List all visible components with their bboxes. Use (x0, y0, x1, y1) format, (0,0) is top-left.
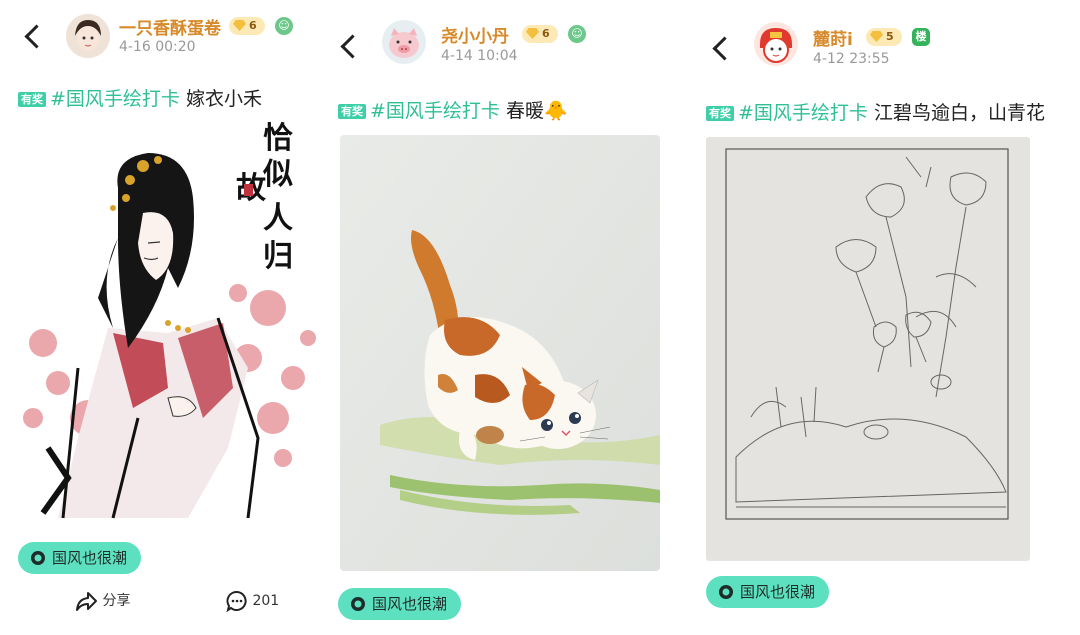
pig-avatar-icon (382, 20, 426, 64)
hashtag-link[interactable]: #国风手绘打卡 (738, 102, 868, 124)
username[interactable]: 一只香酥蛋卷 (119, 14, 221, 39)
chick-emoji: 🐥 (543, 100, 568, 122)
post-panel-3: 麓莳i 5 楼 4-12 23:55 有奖 #国风手绘打卡 江碧鸟逾白，山青花 (690, 0, 1080, 635)
hashtag-link[interactable]: #国风手绘打卡 (370, 100, 500, 122)
post-title: 有奖 #国风手绘打卡 江碧鸟逾白，山青花 (706, 98, 1045, 125)
gem-icon (870, 31, 883, 42)
post-panel-2: 尧小小丹 6 ☺ 4-14 10:04 有奖 #国风手绘打卡 春暖🐥 国风也很潮 (330, 0, 690, 635)
level-badge: 6 (522, 25, 558, 43)
level-value: 5 (886, 30, 894, 43)
prize-tag: 有奖 (18, 92, 46, 107)
calligraphy-4: 人 (263, 201, 293, 236)
emoji-badge-icon: ☺ (568, 25, 586, 43)
topic-pill[interactable]: 国风也很潮 (706, 576, 830, 608)
username[interactable]: 尧小小丹 (441, 22, 509, 47)
caption: 春暖 (505, 100, 544, 122)
gem-icon (233, 20, 246, 31)
topic-icon (719, 585, 733, 599)
comment-button[interactable]: 201 (226, 590, 280, 613)
gem-icon (526, 28, 539, 39)
post-title: 有奖 #国风手绘打卡 春暖🐥 (338, 96, 568, 123)
topic-label: 国风也很潮 (52, 549, 128, 567)
share-label: 分享 (102, 593, 131, 609)
emoji-badge-icon: ☺ (275, 17, 293, 35)
level-value: 6 (249, 19, 257, 32)
user-avatar[interactable] (66, 14, 110, 58)
comment-icon (226, 591, 247, 613)
back-arrow-icon[interactable] (340, 34, 365, 59)
topic-pill[interactable]: 国风也很潮 (338, 588, 462, 620)
user-avatar[interactable] (382, 20, 426, 64)
artwork-image[interactable] (706, 137, 1030, 561)
hashtag-link[interactable]: #国风手绘打卡 (50, 88, 180, 110)
level-value: 6 (542, 27, 550, 40)
caption: 江碧鸟逾白，山青花 (873, 102, 1045, 124)
comment-count: 201 (252, 593, 280, 609)
username[interactable]: 麓莳i (813, 25, 853, 50)
caption: 嫁衣小禾 (185, 88, 262, 110)
calligraphy-1: 恰 (263, 121, 293, 156)
user-avatar[interactable] (754, 22, 798, 66)
artwork-image[interactable]: 恰 似 故 人 归 (18, 118, 330, 530)
share-icon (76, 592, 97, 611)
artwork-image[interactable] (340, 135, 660, 571)
post-timestamp: 4-14 10:04 (441, 48, 518, 64)
prize-tag: 有奖 (706, 106, 734, 121)
back-arrow-icon[interactable] (24, 24, 49, 49)
topic-label: 国风也很潮 (372, 595, 448, 613)
topic-icon (31, 551, 45, 565)
level-badge: 6 (229, 17, 265, 35)
post-timestamp: 4-12 23:55 (813, 51, 890, 67)
back-arrow-icon[interactable] (712, 36, 737, 61)
post-title: 有奖 #国风手绘打卡 嫁衣小禾 (18, 84, 262, 111)
calligraphy-5: 归 (263, 239, 293, 274)
seal-stamp (244, 184, 253, 196)
topic-icon (351, 597, 365, 611)
tiger-avatar-icon (754, 22, 798, 66)
level-badge: 5 (866, 28, 902, 46)
prize-tag: 有奖 (338, 104, 366, 119)
calligraphy-2: 似 (262, 157, 293, 192)
topic-label: 国风也很潮 (740, 583, 816, 601)
topic-pill[interactable]: 国风也很潮 (18, 542, 142, 574)
floor-badge-icon: 楼 (912, 28, 930, 46)
post-panel-1: 一只香酥蛋卷 6 ☺ 4-16 00:20 有奖 #国风手绘打卡 嫁衣小禾 恰 … (0, 0, 330, 635)
girl-avatar-icon (66, 14, 110, 58)
post-timestamp: 4-16 00:20 (119, 39, 196, 55)
share-button[interactable]: 分享 (74, 590, 130, 612)
